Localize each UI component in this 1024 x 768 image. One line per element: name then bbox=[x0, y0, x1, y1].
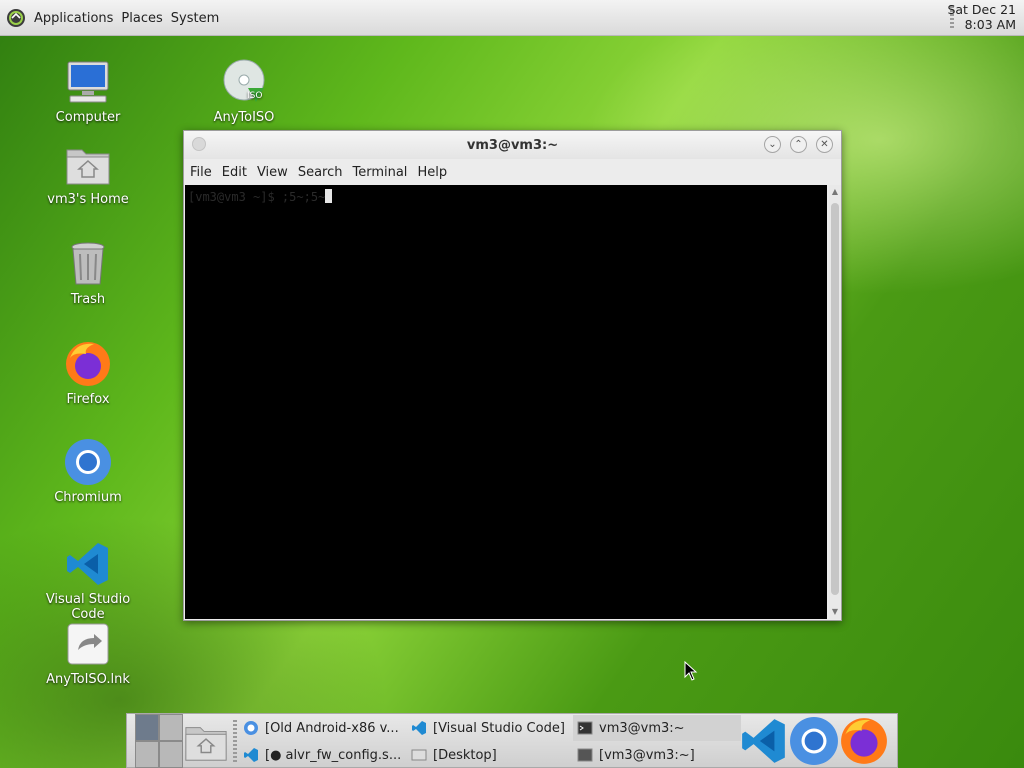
desktop-icon-label: Visual Studio Code bbox=[45, 592, 131, 622]
desktop-icon-trash[interactable]: Trash bbox=[32, 240, 144, 307]
desktop-icon-label: AnyToISO.lnk bbox=[46, 672, 130, 687]
terminal-icon bbox=[577, 721, 593, 735]
task-terminal-active[interactable]: vm3@vm3:~ bbox=[573, 715, 741, 741]
desktop-icon-anytoiso[interactable]: ISO AnyToISO bbox=[188, 58, 300, 125]
task-label: [Desktop] bbox=[433, 747, 497, 763]
scroll-down-icon[interactable]: ▼ bbox=[829, 607, 841, 617]
mate-logo-icon[interactable] bbox=[6, 8, 26, 28]
menu-help[interactable]: Help bbox=[413, 165, 451, 180]
terminal-prompt: [vm3@vm3 ~]$ ;5~;5~ bbox=[188, 190, 326, 204]
workspace-3[interactable] bbox=[135, 741, 159, 768]
shortcut-icon bbox=[67, 623, 109, 665]
task-visual-studio-code[interactable]: [Visual Studio Code] bbox=[411, 715, 567, 741]
vscode-icon bbox=[67, 543, 108, 585]
terminal-icon bbox=[577, 748, 593, 762]
terminal-output[interactable]: [vm3@vm3 ~]$ ;5~;5~ bbox=[185, 185, 827, 619]
computer-icon bbox=[67, 61, 109, 103]
chromium-icon bbox=[65, 439, 111, 485]
scroll-up-icon[interactable]: ▲ bbox=[829, 187, 841, 197]
task-label: vm3@vm3:~ bbox=[599, 720, 685, 736]
window-titlebar[interactable]: vm3@vm3:~ ⌄ ⌃ ✕ bbox=[184, 131, 841, 159]
minimize-button[interactable]: ⌄ bbox=[764, 136, 781, 153]
workspace-1[interactable] bbox=[135, 714, 159, 741]
clock-date: Sat Dec 21 bbox=[947, 2, 1016, 17]
desktop-icon bbox=[411, 749, 427, 761]
task-terminal-2[interactable]: [vm3@vm3:~] bbox=[573, 742, 741, 768]
home-folder-icon bbox=[66, 149, 110, 185]
chromium-icon bbox=[244, 721, 258, 735]
desktop-icon-firefox[interactable]: Firefox bbox=[32, 340, 144, 407]
menu-search[interactable]: Search bbox=[294, 165, 347, 180]
text-cursor bbox=[325, 189, 333, 203]
desktop-icon-home[interactable]: vm3's Home bbox=[32, 140, 144, 207]
desktop-icon-computer[interactable]: Computer bbox=[32, 58, 144, 125]
menu-view[interactable]: View bbox=[253, 165, 292, 180]
window-title: vm3@vm3:~ bbox=[466, 138, 559, 153]
desktop-icon-label: Computer bbox=[55, 110, 121, 125]
taskbar-handle[interactable] bbox=[233, 720, 237, 762]
desktop-icon-anytoiso-lnk[interactable]: AnyToISO.lnk bbox=[32, 620, 144, 687]
desktop-icon-vscode[interactable]: Visual Studio Code bbox=[32, 540, 144, 622]
firefox-icon bbox=[66, 342, 110, 386]
mouse-pointer-icon bbox=[684, 661, 698, 681]
trash-icon bbox=[71, 242, 105, 285]
scrollbar-thumb[interactable] bbox=[831, 203, 839, 595]
menu-applications[interactable]: Applications bbox=[30, 11, 117, 26]
task-alvr-config[interactable]: [● alvr_fw_config.s... bbox=[243, 742, 403, 768]
menu-file[interactable]: File bbox=[186, 165, 216, 180]
vscode-icon bbox=[412, 721, 426, 735]
vscode-launcher-icon[interactable] bbox=[739, 716, 789, 766]
task-old-android[interactable]: [Old Android-x86 v... bbox=[243, 715, 403, 741]
desktop-icon-label: vm3's Home bbox=[47, 192, 129, 207]
menu-system[interactable]: System bbox=[167, 11, 223, 26]
desktop-icon-label: Chromium bbox=[54, 490, 122, 505]
workspace-4[interactable] bbox=[159, 741, 183, 768]
desktop-icon-chromium[interactable]: Chromium bbox=[32, 438, 144, 505]
menu-edit[interactable]: Edit bbox=[218, 165, 251, 180]
chromium-launcher-icon[interactable] bbox=[789, 716, 839, 766]
desktop-icon-label: Firefox bbox=[66, 392, 110, 407]
task-label: [vm3@vm3:~] bbox=[599, 747, 695, 763]
terminal-window[interactable]: vm3@vm3:~ ⌄ ⌃ ✕ File Edit View Search Te… bbox=[183, 130, 842, 621]
menu-terminal[interactable]: Terminal bbox=[348, 165, 411, 180]
task-label: [Visual Studio Code] bbox=[433, 720, 565, 736]
maximize-button[interactable]: ⌃ bbox=[790, 136, 807, 153]
terminal-menubar: File Edit View Search Terminal Help bbox=[184, 159, 841, 185]
top-menu: Applications Places System bbox=[6, 8, 223, 28]
task-label: [● alvr_fw_config.s... bbox=[265, 747, 402, 763]
close-button[interactable]: ✕ bbox=[816, 136, 833, 153]
top-panel: Applications Places System Sat Dec 21 8:… bbox=[0, 0, 1024, 36]
clock-time: 8:03 AM bbox=[964, 17, 1016, 32]
svg-text:ISO: ISO bbox=[247, 91, 262, 101]
terminal-prompt-line: [vm3@vm3 ~]$ ;5~;5~ bbox=[188, 189, 333, 204]
bottom-taskbar: [Old Android-x86 v... [Visual Studio Cod… bbox=[126, 713, 898, 768]
terminal-scrollbar[interactable]: ▲ ▼ bbox=[829, 185, 841, 619]
clock[interactable]: Sat Dec 21 8:03 AM bbox=[947, 2, 1016, 32]
files-launcher-icon[interactable] bbox=[183, 718, 229, 764]
anytoiso-disc-icon: ISO bbox=[223, 59, 265, 102]
vscode-icon bbox=[244, 748, 258, 762]
desktop-icon-label: Trash bbox=[70, 292, 106, 307]
workspace-2[interactable] bbox=[159, 714, 183, 741]
menu-places[interactable]: Places bbox=[117, 11, 166, 26]
task-desktop[interactable]: [Desktop] bbox=[411, 742, 567, 768]
firefox-launcher-icon[interactable] bbox=[839, 716, 889, 766]
desktop-icon-label: AnyToISO bbox=[213, 110, 275, 125]
task-label: [Old Android-x86 v... bbox=[265, 720, 399, 736]
